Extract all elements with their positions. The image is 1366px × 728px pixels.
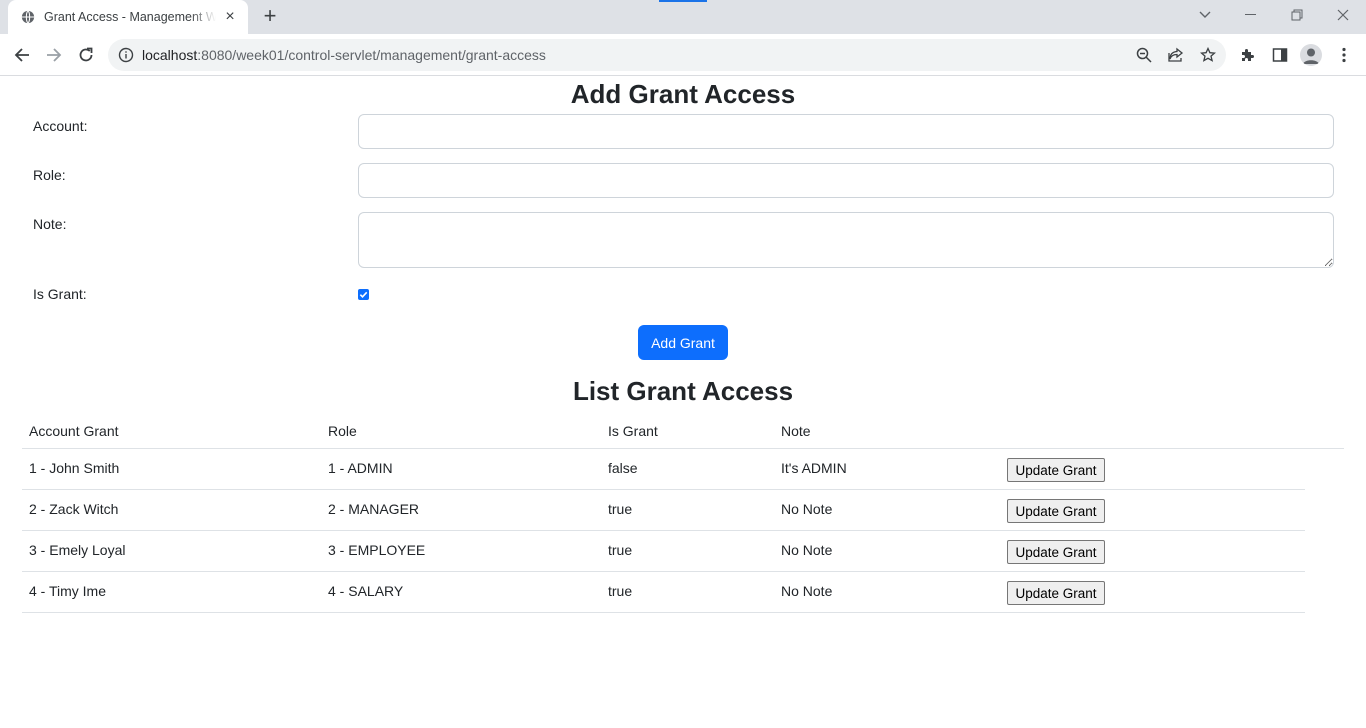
bookmark-star-icon[interactable] (1198, 45, 1218, 65)
role-cell: 1 - ADMIN (328, 460, 393, 476)
column-header: Account Grant (29, 423, 119, 439)
url-path: :8080/week01/control-servlet/management/… (197, 47, 546, 63)
reload-icon[interactable] (74, 43, 98, 67)
note-cell: No Note (781, 542, 833, 558)
browser-toolbar: localhost:8080/week01/control-servlet/ma… (0, 34, 1366, 76)
role-label: Role: (33, 167, 66, 183)
account-label: Account: (33, 118, 88, 134)
info-icon[interactable] (118, 47, 134, 63)
minimize-icon[interactable] (1228, 0, 1274, 30)
update-grant-button[interactable]: Update Grant (1007, 499, 1105, 523)
column-header: Is Grant (608, 423, 658, 439)
is-grant-cell: true (608, 583, 633, 599)
account-input[interactable] (358, 114, 1334, 149)
is-grant-cell: true (608, 542, 633, 558)
update-grant-button[interactable]: Update Grant (1007, 458, 1105, 482)
role-input[interactable] (358, 163, 1334, 198)
table-row: 3 - Emely Loyal 3 - EMPLOYEE true No Not… (22, 531, 1305, 572)
note-cell: No Note (781, 583, 833, 599)
new-tab-icon[interactable]: + (258, 5, 282, 29)
table-header: Account Grant Role Is Grant Note (22, 414, 1344, 449)
table-row: 4 - Timy Ime 4 - SALARY true No Note Upd… (22, 572, 1305, 613)
role-cell: 4 - SALARY (328, 583, 404, 599)
tab-strip: Grant Access - Management Web × + (0, 0, 1366, 34)
checkmark-icon (359, 291, 368, 299)
table-row: 1 - John Smith 1 - ADMIN false It's ADMI… (22, 449, 1305, 490)
tab-indicator (659, 0, 707, 2)
list-title: List Grant Access (572, 376, 794, 406)
zoom-icon[interactable] (1134, 45, 1154, 65)
column-header: Role (328, 423, 357, 439)
page-content: Add Grant Access Account: Role: Note: Is… (0, 77, 1366, 728)
add-grant-button[interactable]: Add Grant (638, 325, 728, 360)
table-row: 2 - Zack Witch 2 - MANAGER true No Note … (22, 490, 1305, 531)
note-label: Note: (33, 216, 67, 232)
back-icon[interactable] (10, 43, 34, 67)
role-cell: 2 - MANAGER (328, 501, 420, 517)
tab-search-icon[interactable] (1182, 0, 1228, 30)
is-grant-cell: false (608, 460, 638, 476)
url-text: localhost:8080/week01/control-servlet/ma… (142, 47, 546, 63)
browser-tab[interactable]: Grant Access - Management Web × (8, 0, 248, 34)
restore-icon[interactable] (1274, 0, 1320, 30)
address-bar[interactable]: localhost:8080/week01/control-servlet/ma… (108, 39, 1226, 71)
is-grant-label: Is Grant: (33, 286, 87, 302)
is-grant-checkbox[interactable] (358, 289, 369, 300)
form-title: Add Grant Access (570, 79, 796, 109)
tab-title: Grant Access - Management Web (44, 10, 216, 24)
menu-kebab-icon[interactable] (1334, 45, 1354, 65)
side-panel-icon[interactable] (1270, 45, 1290, 65)
update-grant-button[interactable]: Update Grant (1007, 581, 1105, 605)
close-tab-icon[interactable]: × (222, 9, 238, 25)
close-window-icon[interactable] (1320, 0, 1366, 30)
share-icon[interactable] (1166, 45, 1186, 65)
update-grant-button[interactable]: Update Grant (1007, 540, 1105, 564)
role-cell: 3 - EMPLOYEE (328, 542, 426, 558)
column-header: Note (781, 423, 811, 439)
extensions-icon[interactable] (1238, 45, 1258, 65)
grant-table: Account Grant Role Is Grant Note 1 - Joh… (22, 414, 1344, 613)
forward-icon[interactable] (42, 43, 66, 67)
account-cell: 2 - Zack Witch (29, 501, 119, 517)
profile-avatar-icon[interactable] (1300, 44, 1322, 66)
url-host: localhost (142, 47, 198, 63)
is-grant-cell: true (608, 501, 633, 517)
globe-icon (20, 9, 36, 25)
note-cell: No Note (781, 501, 833, 517)
note-textarea[interactable] (358, 212, 1334, 268)
account-cell: 1 - John Smith (29, 460, 120, 476)
note-cell: It's ADMIN (781, 460, 847, 476)
account-cell: 3 - Emely Loyal (29, 542, 126, 558)
account-cell: 4 - Timy Ime (29, 583, 107, 599)
